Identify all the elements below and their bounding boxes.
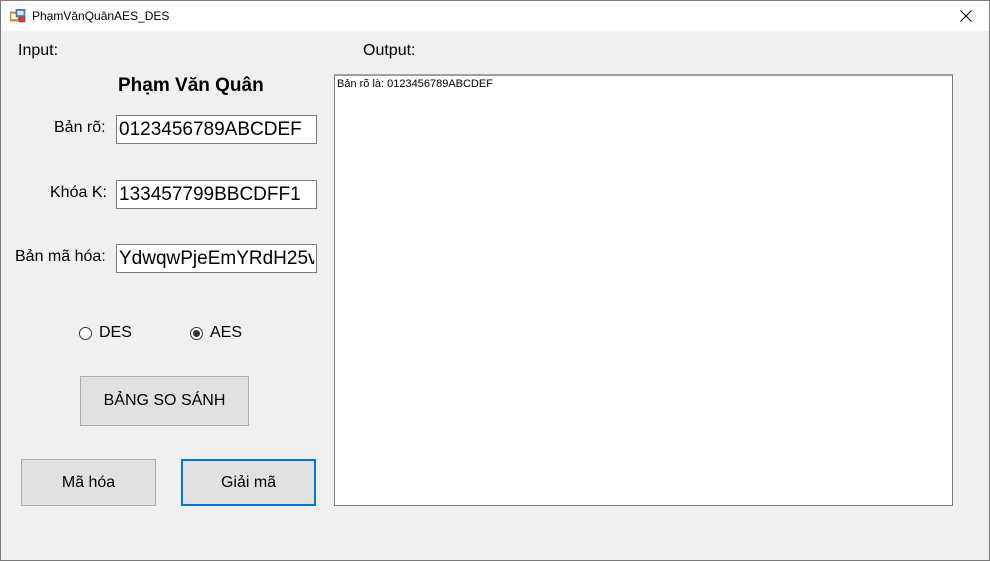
key-label: Khóa K: [50,184,107,201]
ciphertext-label: Bản mã hóa: [15,248,106,265]
plaintext-input[interactable] [116,115,317,144]
ciphertext-input[interactable] [116,244,317,273]
compare-table-button[interactable]: BẢNG SO SÁNH [80,376,249,426]
close-icon [960,10,972,22]
radio-des-circle[interactable] [79,326,92,340]
radio-des[interactable]: DES [79,324,132,342]
output-heading: Output: [363,42,416,59]
plaintext-label: Bản rõ: [54,119,106,136]
radio-aes-label: AES [210,324,243,341]
radio-des-label: DES [99,324,132,341]
title-bar: PhạmVănQuânAES_DES [1,1,989,31]
close-button[interactable] [943,1,989,31]
radio-aes[interactable]: AES [190,324,242,342]
decrypt-button[interactable]: Giải mã [181,459,316,506]
encrypt-button[interactable]: Mã hóa [21,459,156,506]
output-textarea[interactable]: Bản rõ là: 0123456789ABCDEF [334,74,953,506]
app-window: PhạmVănQuânAES_DES Input: Output: Phạm V… [0,0,990,561]
radio-selected-dot [193,329,200,337]
app-icon [10,9,26,23]
window-title: PhạmVănQuânAES_DES [32,9,170,23]
input-heading: Input: [18,42,59,59]
radio-aes-circle[interactable] [190,326,203,340]
key-input[interactable] [116,180,317,209]
author-name: Phạm Văn Quân [118,75,264,96]
